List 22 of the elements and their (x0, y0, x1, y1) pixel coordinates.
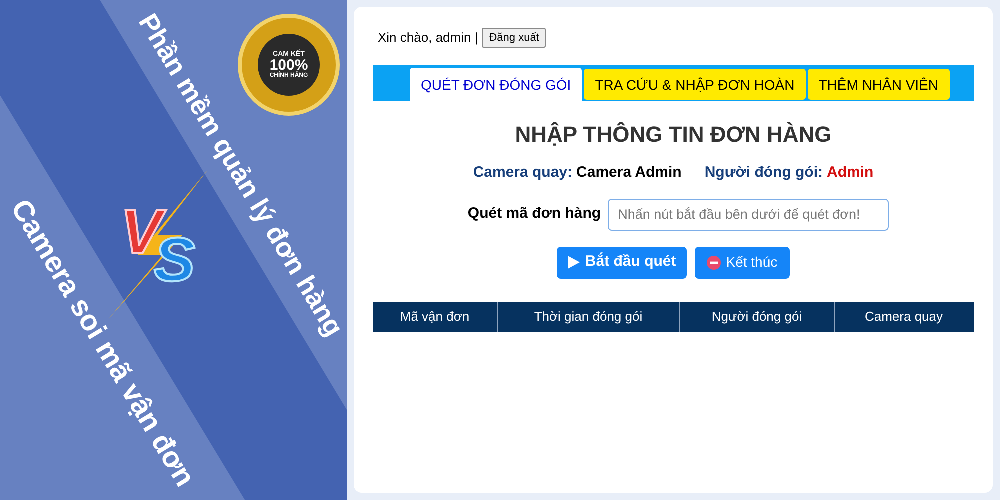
info-value: Admin (827, 163, 874, 183)
greeting-text: Xin chào, admin | (378, 29, 478, 48)
column-header: Camera quay (864, 308, 944, 326)
scan-input-field[interactable]: Nhấn nút bắt đầu bên dưới để quét đơn! (608, 198, 890, 230)
scan-label: Quét mã đơn hàng (468, 204, 602, 224)
play-icon (568, 256, 580, 269)
seal-text: 100% (270, 58, 308, 73)
vs-logo: VS (108, 170, 208, 320)
column-header: Người đóng gói (680, 302, 835, 332)
info-value: Camera Admin (576, 163, 682, 183)
page-heading: NHẬP THÔNG TIN ĐƠN HÀNG (514, 121, 833, 149)
column-header: Thời gian đóng gói (498, 302, 680, 332)
tab[interactable]: TRA CỨU & NHẬP ĐƠN HOÀN (584, 69, 806, 100)
no-entry-icon (707, 256, 722, 270)
info-label: Người đóng gói: (704, 163, 824, 183)
tab[interactable]: QUÉT ĐƠN ĐÓNG GÓI (410, 68, 582, 101)
tab[interactable]: THÊM NHÂN VIÊN (808, 69, 950, 100)
logout-button[interactable]: Đăng xuất (482, 28, 546, 48)
column-header: Mã vận đơn (373, 302, 498, 332)
info-label: Camera quay: (473, 163, 573, 183)
stop-button[interactable]: Kết thúc (695, 246, 790, 278)
start-scan-button[interactable]: Bắt đầu quét (557, 246, 688, 278)
